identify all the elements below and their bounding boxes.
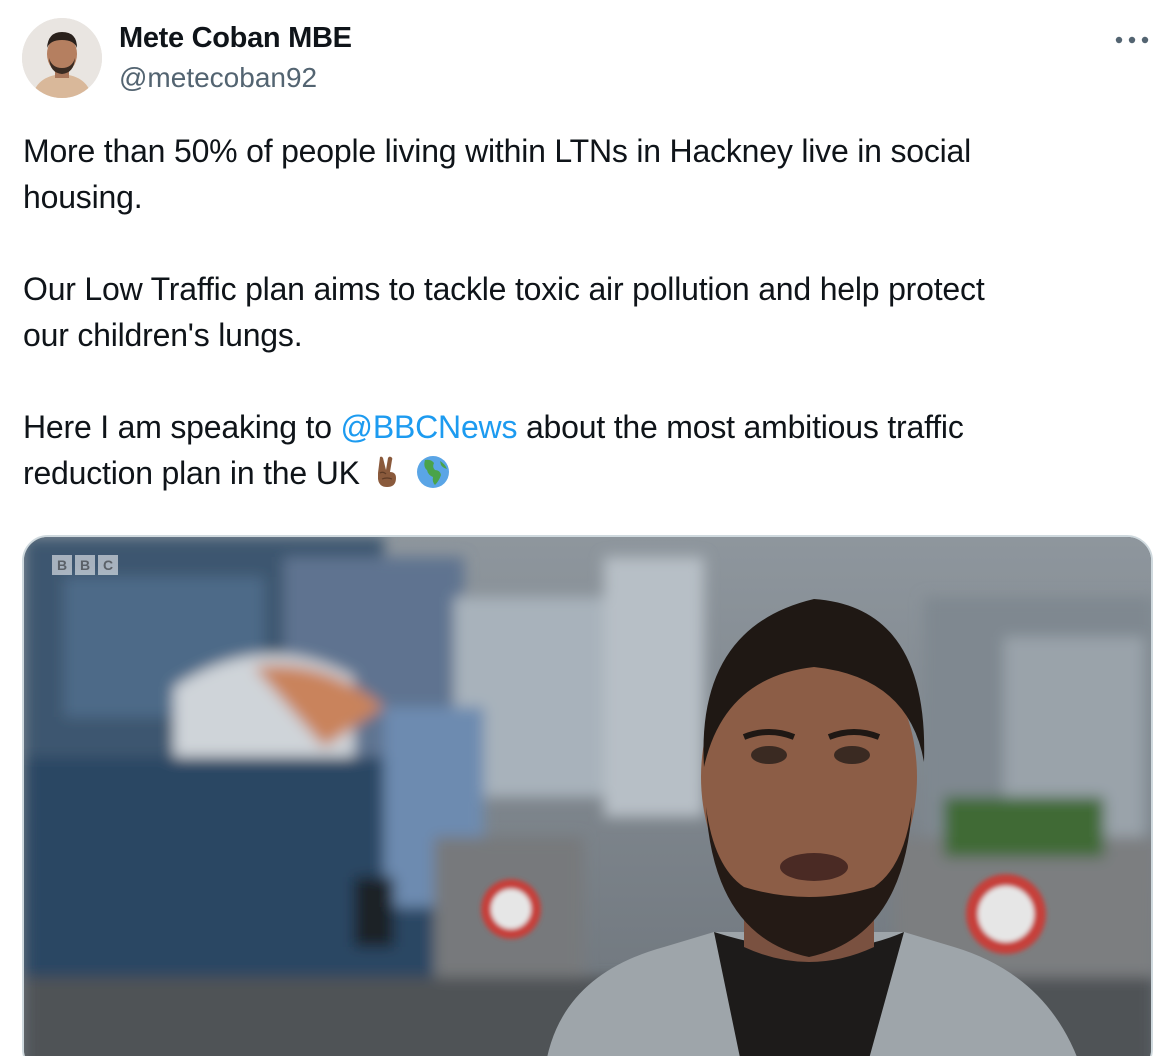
watermark-letter: B — [75, 555, 95, 575]
globe-emoji — [414, 453, 452, 491]
more-options-button[interactable] — [1110, 26, 1154, 54]
author-name[interactable]: Mete Coban MBE — [119, 20, 352, 56]
tweet-text: More than 50% of people living within LT… — [23, 128, 1143, 496]
author-handle[interactable]: @metecoban92 — [119, 60, 317, 96]
avatar[interactable] — [22, 18, 102, 98]
bbc-watermark: B B C — [52, 555, 118, 575]
tweet-card[interactable]: Mete Coban MBE @metecoban92 More than 50… — [0, 0, 1176, 1056]
video-still-image — [24, 537, 1151, 1056]
tweet-paragraph-1: More than 50% of people living within LT… — [23, 133, 972, 215]
victory-hand-emoji — [368, 453, 406, 491]
mention-link[interactable]: @BBCNews — [341, 409, 518, 445]
avatar-image — [22, 18, 102, 98]
video-thumbnail[interactable]: B B C — [22, 535, 1153, 1056]
watermark-letter: C — [98, 555, 118, 575]
tweet-paragraph-3-start: Here I am speaking to — [23, 409, 341, 445]
watermark-letter: B — [52, 555, 72, 575]
more-options-icon — [1115, 36, 1149, 44]
tweet-paragraph-2: Our Low Traffic plan aims to tackle toxi… — [23, 271, 985, 353]
